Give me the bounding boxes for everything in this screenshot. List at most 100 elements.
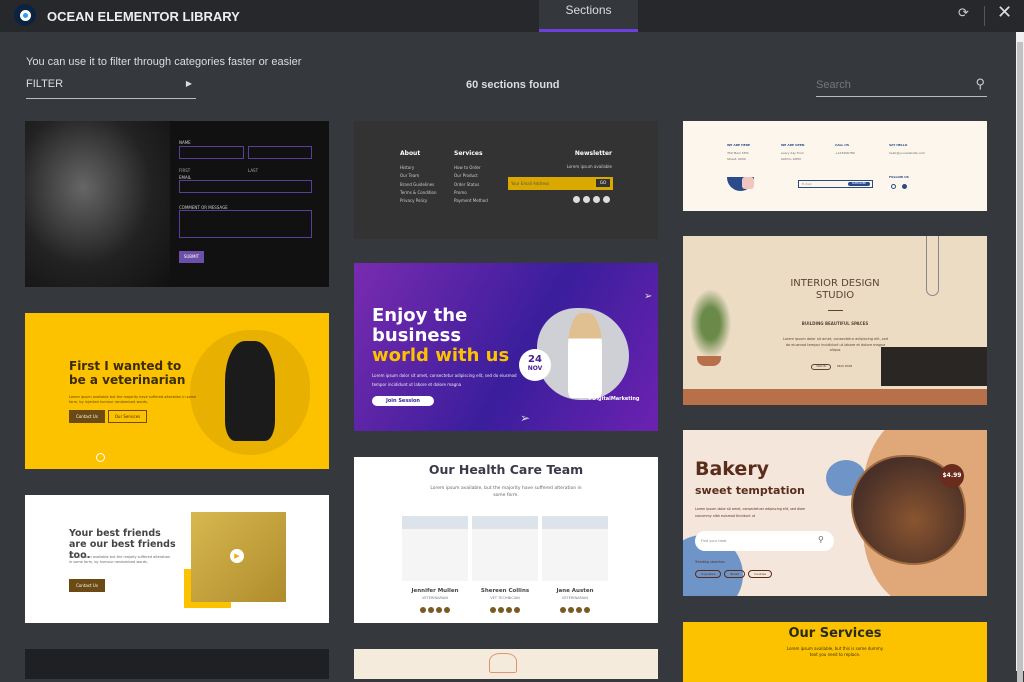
footer-link[interactable]: Payment Method	[454, 197, 488, 205]
footer-link[interactable]: Our Team	[400, 172, 437, 180]
tab-sections[interactable]: Sections	[539, 0, 638, 32]
contact-us-button[interactable]: Contact Us	[69, 410, 105, 423]
section-card-services[interactable]: Our Services Lorem ipsum available, but …	[683, 622, 987, 682]
trending-label: Trending searches	[695, 560, 725, 564]
footer-link[interactable]: History	[400, 164, 437, 172]
play-icon[interactable]: ▶	[230, 549, 244, 563]
vet-text: Lorem ipsum available but the majority h…	[69, 395, 197, 404]
footer-link[interactable]: Promo	[454, 189, 488, 197]
join-session-button[interactable]: Join Session	[372, 396, 434, 406]
facebook-icon[interactable]	[603, 196, 610, 203]
section-card-veterinarian[interactable]: First I wanted to be a veterinarian Lore…	[25, 313, 329, 469]
comment-field[interactable]	[179, 210, 312, 238]
dog-image	[225, 341, 275, 441]
dribbble-icon[interactable]	[583, 196, 590, 203]
section-card-contact-form[interactable]: NAME FIRST LAST EMAIL COMMENT OR MESSAGE…	[25, 121, 329, 287]
paper-plane-icon: ➢	[520, 411, 531, 425]
close-icon[interactable]: ✕	[997, 2, 1012, 23]
social-icon[interactable]	[436, 607, 442, 613]
search-input[interactable]	[816, 76, 956, 94]
circle-decoration-icon	[96, 453, 105, 462]
social-icon[interactable]	[498, 607, 504, 613]
results-count: 60 sections found	[466, 79, 560, 91]
pendant-lamp	[926, 236, 939, 296]
social-icon[interactable]	[490, 607, 496, 613]
member-photo	[472, 516, 538, 581]
member-name: Jennifer Mullen	[411, 588, 459, 594]
footer-link[interactable]: Privacy Policy	[400, 197, 437, 205]
section-card-bakery[interactable]: $4.99 Bakery sweet temptation Lorem ipsu…	[683, 430, 987, 596]
newsletter-text: Lorem ipsum available	[566, 164, 612, 169]
portrait-image	[25, 121, 170, 287]
trending-tag[interactable]: Bread	[724, 570, 746, 578]
social-icon[interactable]	[584, 607, 590, 613]
facebook-icon[interactable]	[902, 184, 907, 189]
first-name-field[interactable]	[179, 146, 244, 159]
vet-title: First I wanted to be a veterinarian	[69, 359, 186, 387]
trending-tag[interactable]: Cookies	[748, 570, 773, 578]
footer-link[interactable]: Our Product	[454, 172, 488, 180]
social-icon[interactable]	[514, 607, 520, 613]
search-icon[interactable]: ⚲	[818, 535, 824, 544]
social-icon[interactable]	[506, 607, 512, 613]
social-icon[interactable]	[444, 607, 450, 613]
our-services-button[interactable]: Our Services	[108, 410, 147, 423]
social-icon[interactable]	[576, 607, 582, 613]
social-icon[interactable]	[560, 607, 566, 613]
last-name-field[interactable]	[248, 146, 312, 159]
subscribe-button[interactable]: SUBSCRIBE	[848, 182, 870, 186]
email-placeholder: Your Email Address	[511, 181, 550, 186]
divider	[984, 6, 985, 26]
scrollbar[interactable]	[1016, 32, 1024, 682]
sync-icon[interactable]: ⟳	[958, 5, 969, 21]
filter-dropdown[interactable]: FILTER ▶	[26, 78, 196, 99]
go-button[interactable]: GO	[596, 179, 610, 187]
date-badge: 24 NOV	[519, 349, 551, 381]
contact-us-button[interactable]: Contact Us	[69, 579, 105, 592]
bakery-search-field[interactable]: Find your treat	[695, 531, 834, 551]
section-card-best-friends[interactable]: ▶ Your best friends are our best friends…	[25, 495, 329, 623]
info-column: SAY HELLO hello@yourwebsite.com	[889, 143, 943, 162]
bakery-subtitle: sweet temptation	[695, 484, 805, 497]
section-card-dark[interactable]	[25, 649, 329, 679]
member-name: Shereen Collins	[480, 588, 530, 594]
about-links: History Our Team Brand Guidelines Terms & C…	[400, 164, 437, 205]
instagram-icon[interactable]	[891, 184, 896, 189]
interior-title: INTERIOR DESIGN STUDIO	[790, 278, 880, 301]
social-icon[interactable]	[428, 607, 434, 613]
services-title: Our Services	[788, 626, 882, 641]
header-bar: OCEAN ELEMENTOR LIBRARY Sections ⟳ ✕	[0, 0, 1024, 32]
info-column: WE ARE OPEN every day from 9AM to 10PM	[781, 143, 835, 162]
submit-button[interactable]: SUBMIT	[179, 251, 204, 263]
section-card-interior[interactable]: INTERIOR DESIGN STUDIO BUILDING BEAUTIFU…	[683, 236, 987, 405]
sign-in-button[interactable]: SIGN IN	[811, 364, 831, 370]
footer-link[interactable]: Brand Guidelines	[400, 181, 437, 189]
section-card-health-team[interactable]: Our Health Care Team Lorem ipsum availab…	[354, 457, 658, 623]
twitter-icon[interactable]	[593, 196, 600, 203]
box-illustration-icon	[742, 177, 754, 189]
instagram-icon[interactable]	[573, 196, 580, 203]
first-label: FIRST	[179, 168, 191, 173]
woman-figure	[568, 313, 602, 398]
search-box[interactable]: ⚲	[816, 75, 987, 97]
trending-tag[interactable]: Cupcakes	[695, 570, 722, 578]
section-card-contact-info[interactable]: WE ARE HERE 350 Main 55th Street, 0000 WE …	[683, 121, 987, 211]
team-member: Jennifer Mullen VETERINARIAN	[402, 516, 468, 613]
footer-link[interactable]: Terms & Condition	[400, 189, 437, 197]
social-icons	[573, 196, 610, 203]
social-icon[interactable]	[420, 607, 426, 613]
social-icon[interactable]	[568, 607, 574, 613]
info-heading: WE ARE OPEN	[781, 143, 805, 147]
footer-link[interactable]: Order Status	[454, 181, 488, 189]
caret-right-icon: ▶	[185, 79, 192, 88]
section-card-burger[interactable]	[354, 649, 658, 679]
search-icon[interactable]: ⚲	[975, 76, 985, 92]
footer-link[interactable]: How to Order	[454, 164, 488, 172]
section-card-business[interactable]: Enjoy the business world with us Lorem ips…	[354, 263, 658, 431]
member-social-icons	[472, 607, 538, 613]
read-more-link[interactable]: READ MORE	[837, 365, 852, 368]
section-card-footer[interactable]: About History Our Team Brand Guidelines Ter…	[354, 121, 658, 239]
email-field[interactable]	[179, 180, 312, 193]
info-heading: CALL US	[835, 143, 849, 147]
bakery-text: Lorem ipsum dolor sit amet, consectetuer…	[695, 507, 806, 518]
